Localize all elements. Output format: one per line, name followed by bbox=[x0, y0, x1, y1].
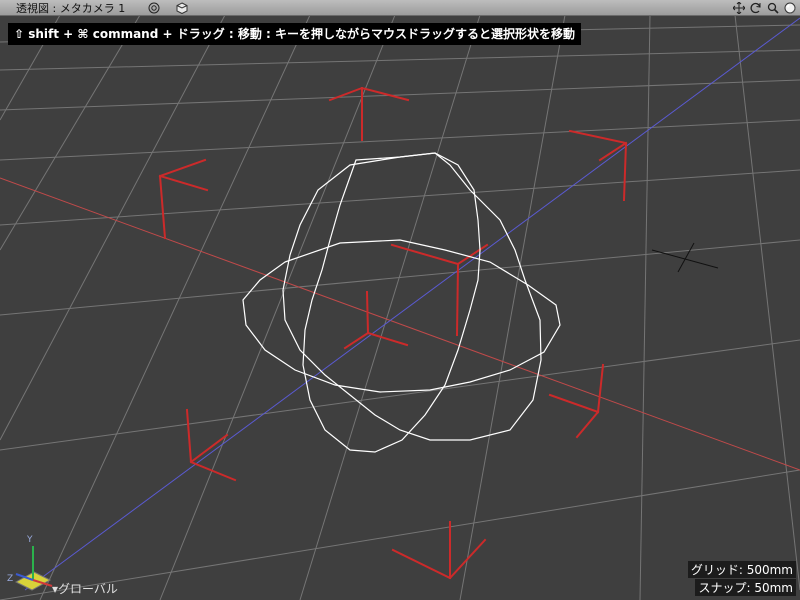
zoom-icon[interactable] bbox=[766, 1, 780, 15]
scene-canvas[interactable] bbox=[0, 0, 800, 600]
selection-bracket bbox=[158, 86, 628, 580]
coordinate-system-select[interactable]: ▾グローバル bbox=[52, 580, 118, 597]
axis-y-label: Y bbox=[26, 535, 33, 545]
move-icon[interactable] bbox=[732, 1, 746, 15]
rotate-icon[interactable] bbox=[749, 1, 763, 15]
cursor-crosshair bbox=[651, 242, 719, 273]
z-axis-line bbox=[24, 17, 800, 591]
operation-hint: ⇧ shift + ⌘ command + ドラッグ : 移動 : キーを押しな… bbox=[8, 23, 582, 45]
snap-size-status: スナップ: 50mm bbox=[695, 579, 796, 596]
grid-floor bbox=[0, 14, 800, 600]
grid-size-status: グリッド: 500mm bbox=[687, 561, 796, 578]
sphere-icon[interactable] bbox=[783, 1, 797, 15]
cube-icon[interactable] bbox=[175, 1, 189, 15]
target-icon[interactable] bbox=[147, 1, 161, 15]
axis-z-label: Z bbox=[7, 574, 13, 584]
coordinate-system-label: グローバル bbox=[58, 582, 118, 596]
camera-title[interactable]: 透視図 : メタカメラ 1 bbox=[0, 0, 125, 16]
perspective-viewport[interactable]: 透視図 : メタカメラ 1 ⇧ shift + ⌘ command + ドラッグ… bbox=[0, 0, 800, 600]
viewport-toolbar: 透視図 : メタカメラ 1 bbox=[0, 0, 800, 16]
